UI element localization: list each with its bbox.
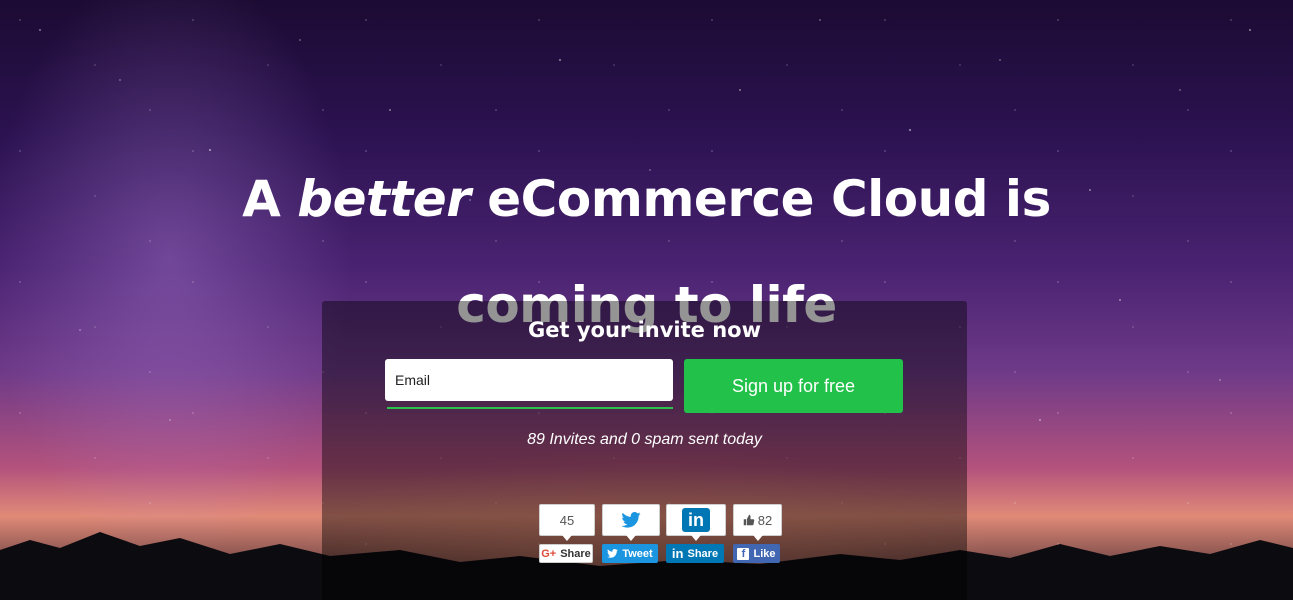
thumbs-up-icon xyxy=(743,514,755,526)
twitter-tweet-button[interactable]: Tweet xyxy=(602,544,658,563)
twitter-small-icon xyxy=(607,549,619,558)
google-plus-share-label: Share xyxy=(560,547,591,560)
twitter-tweet-label: Tweet xyxy=(622,547,653,560)
twitter-bird-icon xyxy=(621,512,641,528)
linkedin-share-label: Share xyxy=(687,547,719,560)
facebook-like-button[interactable]: f Like xyxy=(733,544,780,563)
facebook-like-label: Like xyxy=(753,547,776,560)
headline-text-end: eCommerce Cloud is xyxy=(470,169,1051,228)
google-plus-icon: G+ xyxy=(541,547,557,560)
linkedin-small-icon: in xyxy=(671,546,684,561)
hero-headline-line1: A better eCommerce Cloud is xyxy=(0,146,1293,252)
facebook-icon: f xyxy=(737,547,750,560)
facebook-count-bubble: 82 xyxy=(733,504,782,541)
signup-button[interactable]: Sign up for free xyxy=(684,359,903,413)
linkedin-logo-icon: in xyxy=(682,508,710,532)
email-focus-underline xyxy=(387,407,673,409)
invites-counter-text: 89 Invites and 0 spam sent today xyxy=(527,431,762,448)
google-plus-count: 45 xyxy=(559,512,575,528)
email-input[interactable] xyxy=(385,359,673,401)
social-share-bar: 45 G+ Share Tweet in in Share 82 f Like xyxy=(322,504,967,566)
linkedin-bubble: in xyxy=(666,504,726,541)
headline-emphasis: better xyxy=(297,169,471,228)
twitter-bubble xyxy=(602,504,660,541)
google-plus-share-button[interactable]: G+ Share xyxy=(539,544,593,563)
headline-text-start: A xyxy=(242,169,298,228)
signup-title: Get your invite now xyxy=(528,318,761,342)
facebook-like-count: 82 xyxy=(757,512,773,528)
signup-panel: Get your invite now Sign up for free 89 … xyxy=(322,301,967,600)
email-field-wrapper xyxy=(385,359,673,409)
google-plus-count-bubble: 45 xyxy=(539,504,595,541)
linkedin-share-button[interactable]: in Share xyxy=(666,544,724,563)
